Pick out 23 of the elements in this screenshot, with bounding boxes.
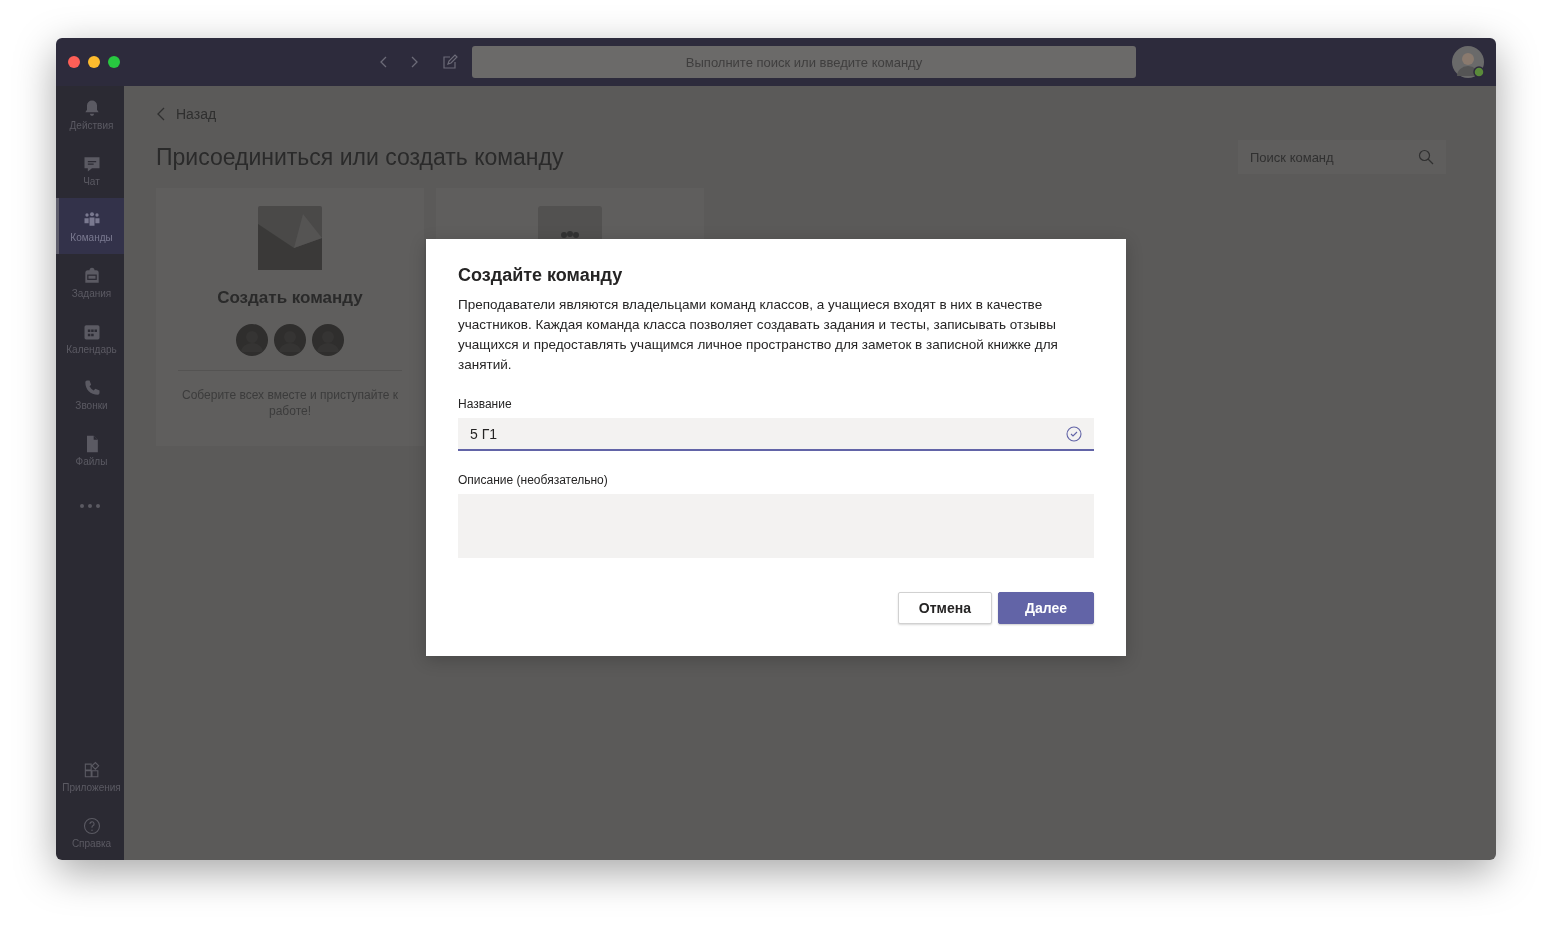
dialog-title: Создайте команду (458, 265, 624, 286)
search-icon (1418, 149, 1434, 165)
compose-icon[interactable] (442, 54, 458, 70)
field-label: Название (458, 397, 512, 411)
dialog-text: Преподаватели являются владельцами команд классов, а учащиеся входят в них в качестве участников. Каждая команда класса позволяет создавать задания и тесты, записывать отзывы учащихся и предоставлять учащимся личное пространство для заметок в записной книжке для занятий. (458, 296, 1059, 374)
input-field[interactable]: 5 Г1 (458, 418, 1094, 451)
person-icon (236, 324, 268, 356)
sidebar-item[interactable]: Команды (56, 198, 124, 254)
avatar[interactable] (1452, 46, 1484, 78)
check-icon (1066, 425, 1082, 442)
help-icon (81, 815, 102, 836)
close-button[interactable] (68, 56, 80, 68)
back-icon (156, 107, 166, 121)
team-icon (538, 206, 602, 240)
more-icon[interactable] (80, 504, 100, 508)
maximize-button[interactable] (108, 56, 120, 68)
person-icon (312, 324, 344, 356)
field-label: Описание (необязательно) (458, 473, 608, 487)
person-icon (274, 324, 306, 356)
minimize-button[interactable] (88, 56, 100, 68)
envelope-icon (258, 206, 322, 270)
next-button[interactable]: Далее (998, 592, 1094, 624)
cancel-button[interactable]: Отмена (897, 592, 992, 624)
